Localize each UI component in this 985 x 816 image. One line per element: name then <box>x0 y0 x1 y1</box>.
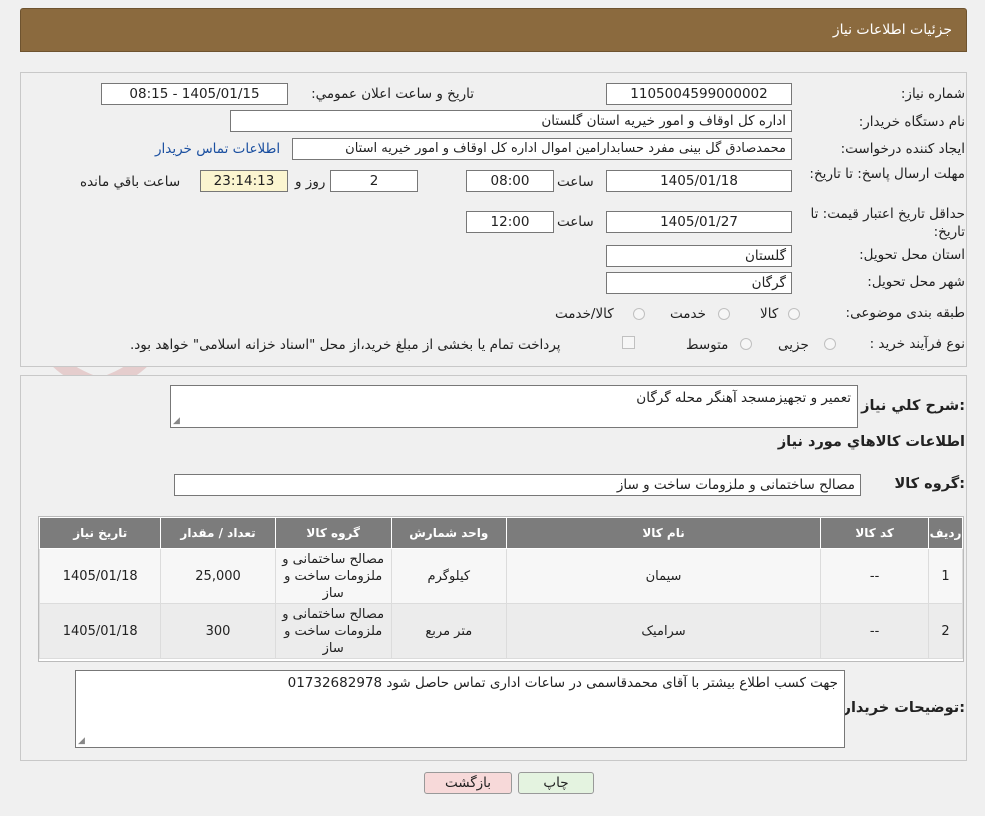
cell-date: 1405/01/18 <box>38 603 162 659</box>
cell-date: 1405/01/18 <box>38 548 162 604</box>
resize-grip-icon[interactable]: ◢ <box>78 736 85 746</box>
purchase-process-label: نوع فرآیند خرید : <box>869 336 965 352</box>
delivery-province-field: گلستان <box>606 245 792 267</box>
buyer-org-field: اداره کل اوقاف و امور خیریه استان گلستان <box>230 110 792 132</box>
description-label: شرح کلي نیاز: <box>861 398 965 414</box>
cell-unit: کیلوگرم <box>390 548 507 604</box>
time-remaining-label: ساعت باقي مانده <box>80 174 181 190</box>
col-code-header: کد کالا <box>820 517 930 549</box>
treasury-bonds-checkbox[interactable] <box>622 336 635 349</box>
cell-qty: 300 <box>160 603 276 659</box>
cell-name: سیمان <box>505 548 822 604</box>
items-table-wrapper: ردیف کد کالا نام کالا واحد شمارش گروه کا… <box>38 516 964 662</box>
page-header: جزئیات اطلاعات نیاز <box>20 8 967 52</box>
process-option-minor: جزیی <box>778 337 809 353</box>
cell-qty: 25,000 <box>160 548 276 604</box>
validity-time-label: ساعت <box>557 214 594 230</box>
col-name-header: نام کالا <box>505 517 822 549</box>
cell-code: -- <box>820 603 930 659</box>
items-table-header-row: ردیف کد کالا نام کالا واحد شمارش گروه کا… <box>38 517 963 549</box>
process-option-medium: متوسط <box>686 337 729 353</box>
col-unit-header: واحد شمارش <box>390 517 507 549</box>
delivery-city-field: گرگان <box>606 272 792 294</box>
table-row[interactable]: 2 -- سرامیک متر مربع مصالح ساختمانی و مل… <box>38 603 963 659</box>
requester-field: محمدصادق گل بینی مفرد حسابدارامین اموال … <box>292 138 792 160</box>
response-deadline-label: مهلت ارسال پاسخ: تا تاریخ: <box>809 166 965 182</box>
delivery-city-label: شهر محل تحویل: <box>867 274 965 290</box>
goods-group-field: مصالح ساختمانی و ملزومات ساخت و ساز <box>174 474 861 496</box>
page-title: جزئیات اطلاعات نیاز <box>832 22 952 38</box>
resize-grip-icon[interactable]: ◢ <box>173 416 180 426</box>
back-button[interactable]: بازگشت <box>424 772 512 794</box>
process-radio-minor[interactable] <box>824 338 836 350</box>
col-date-header: تاریخ نیاز <box>38 517 162 549</box>
print-button[interactable]: چاپ <box>518 772 594 794</box>
items-table: ردیف کد کالا نام کالا واحد شمارش گروه کا… <box>38 517 963 659</box>
buyer-notes-label: توضیحات خریدار: <box>842 700 965 716</box>
col-qty-header: تعداد / مقدار <box>160 517 276 549</box>
validity-time-field: 12:00 <box>466 211 554 233</box>
need-number-field: 1105004599000002 <box>606 83 792 105</box>
process-radio-medium[interactable] <box>740 338 752 350</box>
buyer-notes-textarea[interactable]: جهت کسب اطلاع بیشتر با آقای محمدقاسمی در… <box>75 670 845 748</box>
days-remaining-field: 2 <box>330 170 418 192</box>
deadline-time-field: 08:00 <box>466 170 554 192</box>
cell-name: سرامیک <box>505 603 822 659</box>
buyer-org-label: نام دستگاه خریدار: <box>858 114 965 130</box>
category-label: طبقه بندی موضوعی: <box>845 305 965 321</box>
validity-date-field: 1405/01/27 <box>606 211 792 233</box>
col-row-header: ردیف <box>928 517 963 549</box>
buyer-contact-link[interactable]: اطلاعات تماس خریدار <box>155 141 280 157</box>
announce-datetime-label: تاریخ و ساعت اعلان عمومي: <box>311 86 474 102</box>
deadline-time-label: ساعت <box>557 174 594 190</box>
category-option-service: خدمت <box>670 306 706 322</box>
treasury-bonds-note: پرداخت تمام یا بخشی از مبلغ خرید،از محل … <box>130 337 561 353</box>
col-group-header: گروه کالا <box>274 517 392 549</box>
cell-row: 1 <box>928 548 963 604</box>
buyer-notes-text: جهت کسب اطلاع بیشتر با آقای محمدقاسمی در… <box>287 675 838 691</box>
requester-label: ایجاد کننده درخواست: <box>840 141 965 157</box>
goods-section-title: اطلاعات کالاهاي مورد نیاز <box>777 434 965 450</box>
cell-group: مصالح ساختمانی و ملزومات ساخت و ساز <box>274 548 392 604</box>
category-radio-service[interactable] <box>718 308 730 320</box>
time-remaining-field: 23:14:13 <box>200 170 288 192</box>
delivery-province-label: استان محل تحویل: <box>859 247 965 263</box>
cell-group: مصالح ساختمانی و ملزومات ساخت و ساز <box>274 603 392 659</box>
table-row[interactable]: 1 -- سیمان کیلوگرم مصالح ساختمانی و ملزو… <box>38 548 963 604</box>
cell-code: -- <box>820 548 930 604</box>
category-option-goods-service: کالا/خدمت <box>555 306 614 322</box>
need-number-label: شماره نیاز: <box>900 86 965 102</box>
goods-group-label: گروه کالا: <box>894 476 965 492</box>
cell-row: 2 <box>928 603 963 659</box>
category-option-goods: کالا <box>760 306 779 322</box>
deadline-date-field: 1405/01/18 <box>606 170 792 192</box>
description-textarea[interactable]: تعمیر و تجهیزمسجد آهنگر محله گرگان ◢ <box>170 385 858 428</box>
description-text: تعمیر و تجهیزمسجد آهنگر محله گرگان <box>636 390 851 406</box>
category-radio-goods[interactable] <box>788 308 800 320</box>
days-label: روز و <box>295 174 326 190</box>
price-validity-label: حداقل تاریخ اعتبار قیمت: تا تاریخ: <box>810 206 965 240</box>
category-radio-goods-service[interactable] <box>633 308 645 320</box>
announce-datetime-field: 1405/01/15 - 08:15 <box>101 83 288 105</box>
cell-unit: متر مربع <box>390 603 507 659</box>
